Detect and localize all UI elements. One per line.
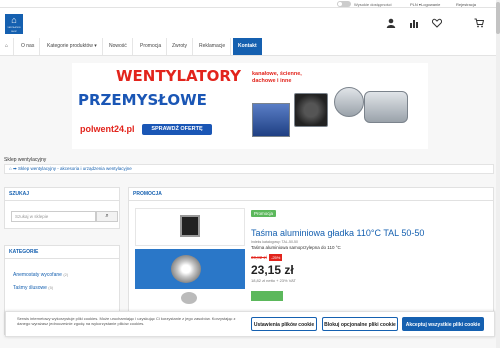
banner-headline-1: WENTYLATORY: [116, 67, 242, 85]
logo-text: VENTILATION SHOP: [7, 27, 21, 33]
category-item[interactable]: Anemostaty wycofane (2): [13, 272, 68, 278]
breadcrumb-home-icon[interactable]: ⌂ ➡: [9, 166, 18, 171]
add-to-cart-button[interactable]: [251, 291, 283, 301]
promotion-badge: Promocja: [251, 210, 277, 217]
search-input[interactable]: Szukaj w sklepie: [11, 211, 96, 222]
accessibility-toggle[interactable]: [337, 1, 351, 7]
nav-home-icon[interactable]: ⌂: [0, 38, 15, 55]
page-scrollbar[interactable]: [496, 0, 500, 348]
promo-banner[interactable]: WENTYLATORY PRZEMYSŁOWE kanałowe, ścienn…: [72, 63, 428, 149]
old-price: 30,82 zł: [251, 255, 267, 260]
search-box-title: SZUKAJ: [5, 188, 119, 201]
register-link[interactable]: Rejestracja: [456, 2, 476, 7]
nav-item-complaints[interactable]: Reklamacje: [194, 38, 232, 55]
tape-roll-image: [171, 255, 201, 283]
net-price: 18,82 zł netto + 23% VAT: [251, 278, 296, 283]
product-image-tape[interactable]: [135, 249, 245, 289]
category-count: (2): [63, 272, 69, 277]
banner-inline-fan-image: [364, 91, 408, 123]
product-thumbnail-fan[interactable]: [135, 208, 245, 246]
banner-roof-fan-image: [252, 103, 290, 137]
nav-item-contact[interactable]: Kontakt: [233, 38, 262, 55]
discount-badge: -25%: [269, 254, 283, 261]
banner-duct-fan-image: [334, 87, 364, 117]
tape-roll-image: [181, 292, 197, 304]
site-logo[interactable]: ⌂ VENTILATION SHOP: [5, 14, 23, 34]
logo-house-icon: ⌂: [11, 15, 17, 25]
cart-icon[interactable]: [474, 18, 485, 31]
accessibility-label: Wysokie dostępności: [354, 2, 392, 7]
nav-item-new[interactable]: Nowość: [104, 38, 133, 55]
product-catalog-index: Indeks katalogowy: TAL-50-50: [251, 240, 298, 244]
banner-subline-1: kanałowe, ścienne,: [252, 71, 302, 77]
promotion-box-title: PROMOCJA: [129, 188, 493, 201]
cookie-consent-bar: Serwis internetowy wykorzystuje pliki co…: [5, 311, 495, 337]
banner-subline-2: dachowe i inne: [252, 78, 292, 84]
nav-item-categories[interactable]: Kategorie produktów ▾: [42, 38, 103, 55]
product-price: 23,15 zł: [251, 263, 294, 277]
product-name-link[interactable]: Taśma aluminiowa gładka 110°C TAL 50-50: [251, 228, 424, 238]
category-item[interactable]: Taśmy ślusowe (5): [13, 285, 53, 291]
cookie-settings-button[interactable]: Ustawienia plików cookie: [251, 317, 317, 331]
category-label: Taśmy ślusowe: [13, 285, 47, 291]
scrollbar-thumb[interactable]: [496, 2, 500, 34]
main-nav: ⌂ O nas Kategorie produktów ▾ Nowość Pro…: [0, 38, 500, 56]
banner-headline-2: PRZEMYSŁOWE: [78, 91, 207, 109]
banner-url: polwent24.pl: [80, 124, 135, 134]
nav-item-returns[interactable]: Zwroty: [167, 38, 193, 55]
product-thumbnail-next[interactable]: [135, 292, 245, 304]
categories-box-title: KATEGORIE: [5, 246, 119, 259]
product-description: Taśma aluminiowa samoprzylepna do 110 °C: [251, 245, 341, 250]
top-bar: Wysokie dostępności PLN ▾ Logowanie Reje…: [0, 0, 500, 8]
nav-item-about[interactable]: O nas: [16, 38, 41, 55]
bar-chart-icon[interactable]: [409, 18, 419, 31]
heart-icon[interactable]: [431, 18, 443, 31]
banner-wall-fan-image: [294, 93, 328, 127]
currency-select[interactable]: PLN ▾: [410, 2, 421, 7]
search-button[interactable]: ⌕: [96, 211, 118, 222]
cookie-text: Serwis internetowy wykorzystuje pliki co…: [17, 316, 236, 326]
cookie-block-button[interactable]: Blokuj opcjonalne pliki cookie: [322, 317, 398, 331]
cookie-accept-button[interactable]: Akceptuj wszystkie pliki cookie: [402, 317, 484, 331]
site-header: ⌂ VENTILATION SHOP: [0, 8, 500, 38]
category-label: Anemostaty wycofane: [13, 272, 62, 278]
breadcrumb-link[interactable]: Sklep wentylacyjny - akcesoria i urządze…: [18, 166, 132, 171]
page-title: Sklep wentylacyjny: [4, 157, 47, 163]
category-count: (5): [48, 285, 54, 290]
search-icon: ⌕: [105, 213, 109, 219]
search-box: SZUKAJ Szukaj w sklepie ⌕: [4, 187, 120, 229]
nav-item-promotion[interactable]: Promocja: [135, 38, 168, 55]
fan-image: [180, 215, 200, 237]
user-icon[interactable]: [386, 18, 396, 31]
breadcrumb: ⌂ ➡ Sklep wentylacyjny - akcesoria i urz…: [4, 164, 494, 174]
banner-subline: kanałowe, ścienne, dachowe i inne: [252, 71, 302, 85]
banner-cta-button[interactable]: SPRAWDŹ OFERTĘ: [142, 124, 212, 135]
login-link[interactable]: Logowanie: [421, 2, 440, 7]
